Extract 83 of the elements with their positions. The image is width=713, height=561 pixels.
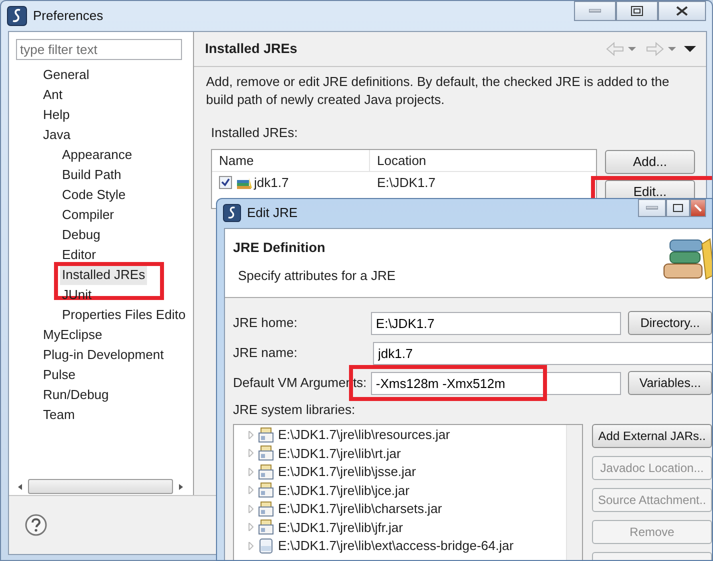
dropdown-icon[interactable]: [628, 46, 636, 52]
page-title: Installed JREs: [205, 40, 298, 58]
jar-icon: [258, 500, 274, 517]
tree-item[interactable]: Editor: [60, 245, 98, 265]
app-icon: [223, 204, 241, 222]
add-button[interactable]: Add...: [605, 150, 695, 174]
text-field[interactable]: -Xms128m -Xmx512m: [370, 372, 622, 394]
jar-icon: [258, 464, 274, 480]
scroll-left-icon[interactable]: [16, 482, 24, 490]
tree-item[interactable]: Java: [41, 125, 72, 145]
tree-item[interactable]: Help: [41, 105, 72, 125]
binary-file-icon: [258, 538, 274, 554]
tree-item[interactable]: Team: [41, 405, 77, 425]
tree-item[interactable]: General: [41, 65, 92, 85]
maximize-button[interactable]: [616, 1, 658, 21]
tree-item[interactable]: Build Path: [60, 165, 124, 185]
window-title: Preferences: [33, 7, 104, 26]
expand-icon[interactable]: [248, 504, 254, 513]
tree-item[interactable]: Appearance: [60, 145, 134, 165]
library-path[interactable]: E:\JDK1.7\jre\lib\rt.jar: [278, 444, 401, 463]
vertical-scrollbar[interactable]: [566, 424, 582, 560]
tree-item[interactable]: Properties Files Edito: [60, 305, 188, 325]
browse-button[interactable]: Directory...: [628, 311, 712, 335]
close-icon: [694, 204, 702, 212]
tree-item[interactable]: Ant: [41, 85, 65, 105]
tree-item[interactable]: MyEclipse: [41, 325, 104, 345]
help-icon[interactable]: [25, 514, 47, 536]
dialog-heading: JRE Definition: [233, 239, 326, 257]
tree-item[interactable]: Installed JREs: [60, 265, 148, 285]
column-header[interactable]: Location: [370, 150, 426, 170]
page-description: Add, remove or edit JRE definitions. By default, the checked JRE is added to the build path of newly created Java projects.: [205, 73, 670, 109]
minimize-icon: [589, 9, 601, 13]
library-path[interactable]: E:\JDK1.7\jre\lib\resources.jar: [278, 425, 450, 444]
library-path[interactable]: E:\JDK1.7\jre\lib\jfr.jar: [278, 518, 403, 537]
filter-field[interactable]: type filter text: [16, 39, 182, 60]
library-button[interactable]: Add External JARs..: [592, 424, 712, 448]
expand-icon[interactable]: [248, 468, 254, 476]
library-path[interactable]: E:\JDK1.7\jre\lib\jsse.jar: [278, 462, 416, 482]
library-path[interactable]: E:\JDK1.7\jre\lib\jce.jar: [278, 480, 410, 500]
tree-item[interactable]: Run/Debug: [41, 385, 111, 405]
back-icon[interactable]: [606, 42, 624, 56]
field-label: JRE name:: [233, 344, 298, 362]
row-checkbox[interactable]: [219, 176, 232, 189]
maximize-button[interactable]: [666, 199, 690, 217]
minimize-icon: [646, 206, 658, 210]
libraries-label: JRE system libraries:: [233, 402, 356, 417]
expand-icon[interactable]: [248, 542, 254, 550]
forward-icon[interactable]: [646, 42, 664, 56]
dialog-title: Edit JRE: [247, 204, 298, 222]
close-button[interactable]: [658, 1, 706, 21]
table-cell-text: jdk1.7: [254, 174, 289, 192]
horizontal-scrollbar[interactable]: [16, 478, 185, 495]
jar-icon: [258, 426, 274, 443]
scroll-right-icon[interactable]: [177, 482, 185, 490]
text-field[interactable]: jdk1.7: [373, 342, 712, 364]
maximize-icon: [673, 204, 683, 212]
list-label: Installed JREs:: [211, 125, 298, 140]
expand-icon[interactable]: [248, 430, 254, 439]
books-icon: [662, 238, 712, 282]
column-header[interactable]: Name: [212, 150, 370, 170]
table-cell-text: E:\JDK1.7: [376, 174, 436, 192]
tree-item[interactable]: Code Style: [60, 185, 128, 205]
expand-icon[interactable]: [248, 449, 254, 458]
jar-icon: [258, 519, 274, 536]
browse-button[interactable]: Variables...: [628, 371, 712, 395]
maximize-icon: [631, 6, 643, 16]
expand-icon[interactable]: [248, 486, 254, 494]
text-field[interactable]: E:\JDK1.7: [370, 312, 622, 334]
jar-icon: [258, 482, 274, 498]
close-icon: [676, 6, 688, 16]
dropdown-icon[interactable]: [668, 46, 676, 52]
tree-item[interactable]: Compiler: [60, 205, 116, 225]
tree-item[interactable]: Pulse: [41, 365, 78, 385]
expand-icon[interactable]: [248, 523, 254, 532]
library-path[interactable]: E:\JDK1.7\jre\lib\ext\access-bridge-64.jar: [278, 536, 514, 556]
library-path[interactable]: E:\JDK1.7\jre\lib\charsets.jar: [278, 499, 442, 518]
app-icon: [7, 6, 27, 26]
dialog-subtitle: Specify attributes for a JRE: [238, 267, 397, 286]
field-label: JRE home:: [233, 314, 298, 332]
view-menu-icon[interactable]: [684, 45, 696, 53]
tree-item[interactable]: Debug: [60, 225, 102, 245]
jar-icon: [258, 445, 274, 462]
tree-item[interactable]: Plug-in Development: [41, 345, 166, 365]
